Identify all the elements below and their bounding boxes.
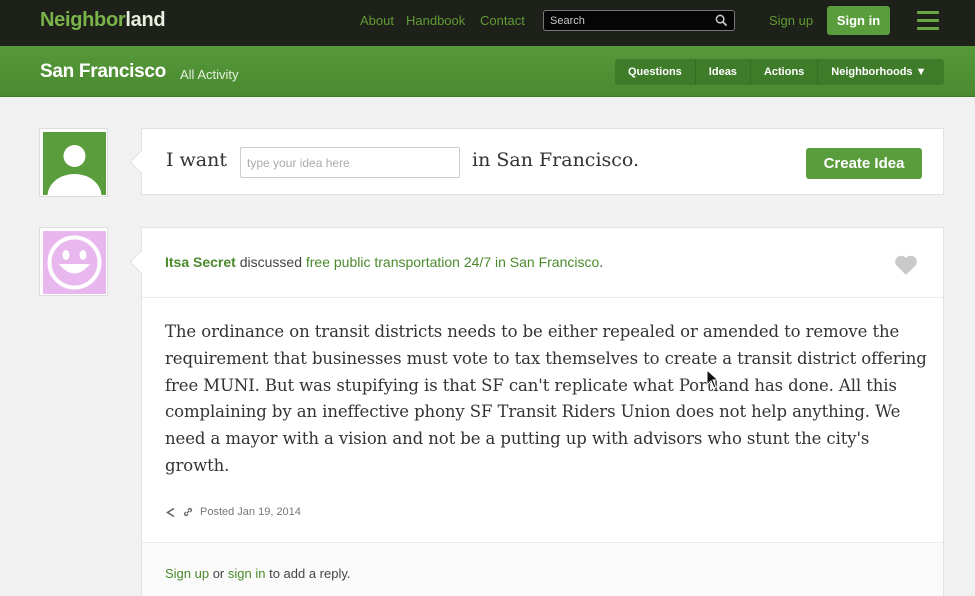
signup-link[interactable]: Sign up [769,13,813,28]
heart-icon[interactable] [894,254,918,276]
post-body-text: The ordinance on transit districts needs… [165,322,927,475]
hamburger-menu-icon[interactable] [917,11,939,31]
discussion-post-card: Itsa Secret discussed free public transp… [129,227,944,596]
create-idea-card: I want in San Francisco. Create Idea [129,128,944,195]
posted-date: Posted Jan 19, 2014 [200,506,301,518]
neighborland-logo[interactable]: Neighborland [40,9,166,32]
subnav-questions[interactable]: Questions [615,59,696,85]
post-meta: Itsa Secret discussed free public transp… [165,254,603,270]
user-silhouette-icon [47,145,102,195]
subnav-neighborhoods-dropdown[interactable]: Neighborhoods ▼ [818,59,939,85]
create-idea-button[interactable]: Create Idea [806,148,922,179]
top-navbar: Neighborland About Handbook Contact Sign… [0,0,975,46]
post-author-avatar[interactable] [39,227,108,296]
subnav-actions[interactable]: Actions [751,59,819,85]
contact-link[interactable]: Contact [480,13,525,28]
author-link[interactable]: Itsa Secret [165,254,236,270]
topic-period: . [599,254,604,270]
reply-bar: Sign up or sign in to add a reply. [142,542,943,596]
all-activity-label[interactable]: All Activity [180,67,239,82]
search-input[interactable] [550,13,710,28]
search-box [543,10,735,31]
city-subnav: Questions Ideas Actions Neighborhoods ▼ [615,59,944,85]
city-title[interactable]: San Francisco [40,61,166,83]
share-icon[interactable] [165,507,176,518]
current-user-avatar [39,128,108,197]
logo-part2: land [125,9,166,31]
smiley-face-icon [47,235,102,290]
idea-input[interactable] [240,147,460,178]
logo-part1: Neighbor [40,9,126,31]
city-bar: San Francisco All Activity Questions Ide… [0,46,975,97]
signin-button[interactable]: Sign in [827,6,890,35]
subnav-ideas[interactable]: Ideas [696,59,751,85]
reply-signin-link[interactable]: sign in [228,566,266,581]
about-link[interactable]: About [360,13,394,28]
action-verb: discussed [239,254,302,270]
reply-signup-link[interactable]: Sign up [165,566,209,581]
reply-or: or [209,566,228,581]
handbook-link[interactable]: Handbook [406,13,465,28]
post-footer: Posted Jan 19, 2014 [165,506,301,518]
reply-prompt: Sign up or sign in to add a reply. [165,566,351,581]
card-pointer [129,150,153,174]
reply-suffix: to add a reply. [265,566,351,581]
mouse-cursor-icon [706,369,720,389]
i-want-label: I want [166,149,228,171]
permalink-icon[interactable] [182,506,194,518]
in-city-label: in San Francisco. [472,149,640,171]
search-icon[interactable] [715,14,728,27]
topic-link[interactable]: free public transportation 24/7 in San F… [306,254,599,270]
post-header: Itsa Secret discussed free public transp… [142,228,943,298]
